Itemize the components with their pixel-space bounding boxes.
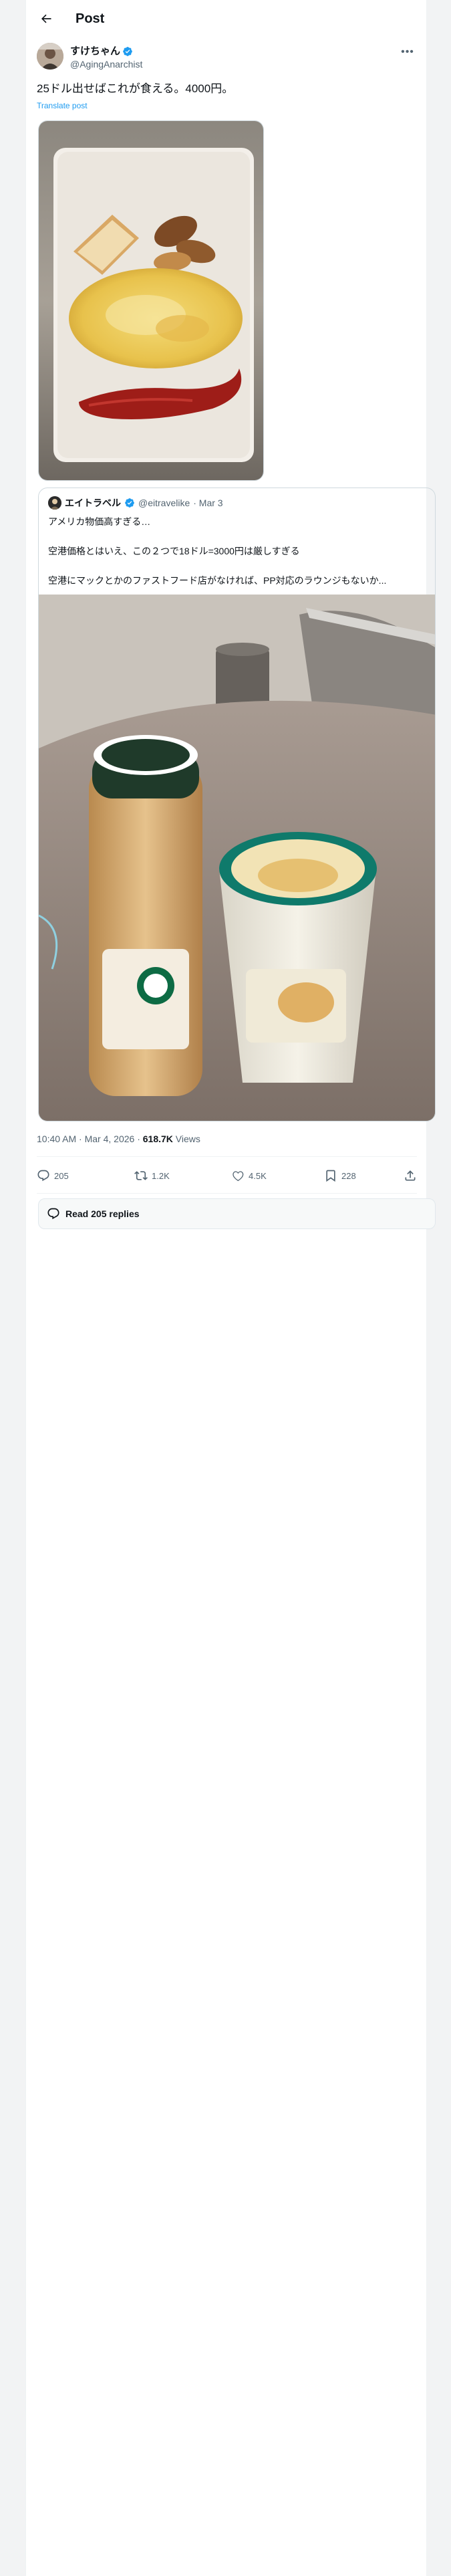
like-count: 4.5K <box>249 1170 267 1181</box>
reply-count: 205 <box>54 1170 69 1181</box>
more-button[interactable]: ••• <box>398 45 417 59</box>
author-display-name: すけちゃん <box>70 45 121 57</box>
reply-icon <box>37 1170 49 1182</box>
bookmark-count: 228 <box>341 1170 356 1181</box>
bookmark-icon <box>326 1170 335 1182</box>
views-count: 618.7K <box>142 1134 173 1144</box>
read-replies-label: Read 205 replies <box>65 1208 140 1219</box>
quote-date: · Mar 3 <box>193 498 223 508</box>
quote-text-line: 空港価格とはいえ、この２つで18ドル=3000円は厳しすぎる <box>48 546 300 556</box>
more-horizontal-icon: ••• <box>401 46 414 58</box>
back-button[interactable] <box>37 9 55 28</box>
action-bar: 205 1.2K 4.5K 228 <box>37 1165 417 1186</box>
divider <box>37 1193 417 1194</box>
verified-badge-icon <box>125 498 134 508</box>
bookmark-button[interactable]: 228 <box>324 1165 356 1186</box>
quote-display-name: エイトラベル <box>65 498 121 508</box>
quote-photo[interactable] <box>39 595 435 1121</box>
timestamp[interactable]: 10:40 AM · Mar 4, 2026 · <box>37 1134 143 1144</box>
share-icon <box>405 1170 416 1181</box>
avatar[interactable] <box>37 43 63 70</box>
repost-icon <box>134 1171 148 1180</box>
author-handle[interactable]: @AgingAnarchist <box>70 58 142 70</box>
repost-button[interactable]: 1.2K <box>134 1165 170 1186</box>
page-title: Post <box>76 11 105 26</box>
verified-badge-icon <box>123 47 132 56</box>
quote-text-line: 空港にマックとかのファストフード店がなければ、PP対応のラウンジもないか... <box>48 575 387 586</box>
reply-icon <box>47 1208 59 1220</box>
arrow-left-icon <box>41 14 51 23</box>
read-replies-button[interactable]: Read 205 replies <box>38 1198 436 1229</box>
translate-post-link[interactable]: Translate post <box>37 100 88 111</box>
post-column: Post すけちゃん @AgingAnarchist ••• 25ドル出せばこれ… <box>25 0 436 2576</box>
author-name[interactable]: すけちゃん <box>70 45 133 58</box>
divider <box>37 1156 417 1157</box>
quote-avatar <box>48 496 61 510</box>
heart-icon <box>233 1171 244 1182</box>
author-row: すけちゃん @AgingAnarchist ••• <box>37 43 417 72</box>
quoted-post[interactable]: エイトラベル @eitravelike · Mar 3 アメリカ物価高すぎる… … <box>38 488 436 1121</box>
quote-handle: @eitravelike <box>138 498 190 508</box>
like-button[interactable]: 4.5K <box>231 1165 267 1186</box>
page-header: Post <box>26 0 428 37</box>
tweet-text: 25ドル出せばこれが食える。4000円。 <box>37 82 234 95</box>
quote-text-line: アメリカ物価高すぎる… <box>48 516 151 527</box>
repost-count: 1.2K <box>152 1170 170 1181</box>
quote-author-row: エイトラベル @eitravelike · Mar 3 <box>48 496 223 510</box>
tweet-photo[interactable] <box>38 120 264 481</box>
share-button[interactable] <box>404 1165 417 1186</box>
views-label: Views <box>172 1134 200 1144</box>
reply-button[interactable]: 205 <box>37 1165 69 1186</box>
post-meta: 10:40 AM · Mar 4, 2026 · 618.7K Views <box>37 1132 200 1146</box>
